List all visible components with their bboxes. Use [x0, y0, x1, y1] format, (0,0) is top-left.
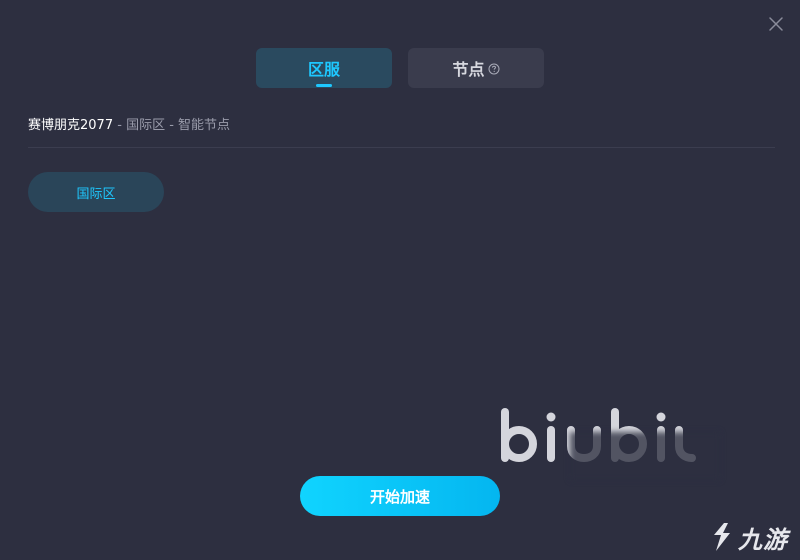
help-circle-icon[interactable]	[488, 63, 500, 75]
breadcrumb-region: 国际区	[126, 118, 166, 133]
tab-region[interactable]: 区服	[256, 48, 392, 88]
breadcrumb-separator: -	[117, 118, 127, 133]
jiuyou-logo-text: 九游	[738, 524, 788, 554]
breadcrumb: 赛博朋克2077 - 国际区 - 智能节点	[28, 117, 230, 135]
breadcrumb-game: 赛博朋克2077	[28, 118, 114, 133]
tab-node[interactable]: 节点	[408, 48, 544, 88]
watermark-blur	[570, 432, 720, 480]
jiuyou-logo-icon	[714, 523, 730, 551]
tab-region-label: 区服	[307, 60, 340, 79]
region-option-international[interactable]: 国际区	[28, 172, 164, 212]
start-acceleration-button[interactable]: 开始加速	[300, 476, 500, 516]
close-button[interactable]	[766, 14, 786, 34]
divider	[28, 147, 775, 148]
region-option-label: 国际区	[76, 186, 116, 202]
jiuyou-logo: 九游	[708, 514, 800, 560]
tab-node-label: 节点	[452, 60, 485, 79]
breadcrumb-node: 智能节点	[178, 118, 231, 133]
tab-active-indicator	[316, 84, 332, 87]
close-icon	[769, 17, 783, 31]
breadcrumb-separator: -	[169, 118, 179, 133]
